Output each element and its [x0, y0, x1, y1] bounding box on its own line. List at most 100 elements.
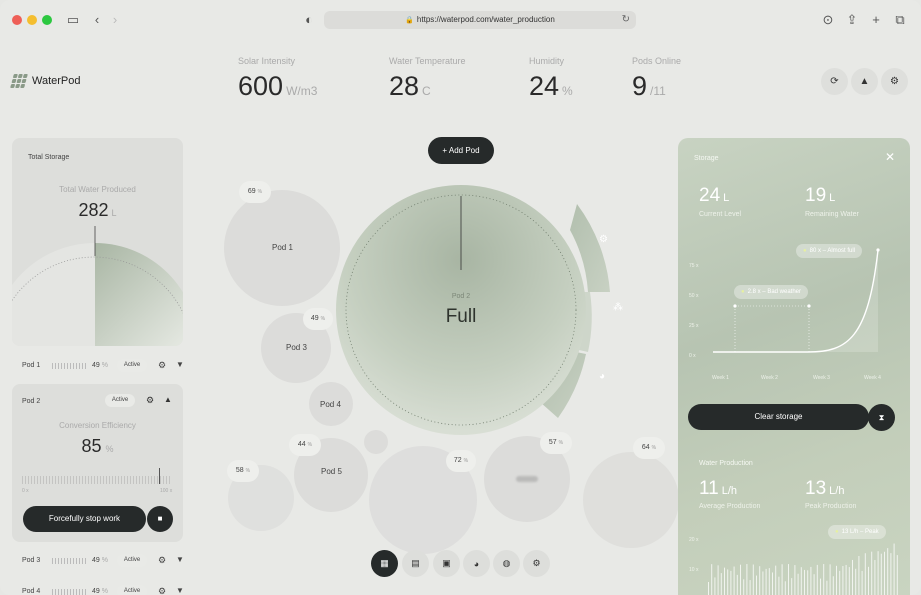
gauge-empty-arc — [12, 243, 95, 346]
production-bar — [864, 553, 866, 595]
production-bar — [829, 564, 831, 595]
gear-icon[interactable]: ⚙ — [599, 234, 608, 245]
current-level-label: Current Level — [699, 211, 742, 218]
settings-button[interactable]: ⚙ — [881, 68, 908, 95]
production-bar — [816, 564, 818, 595]
y-tick: 25 x — [689, 323, 699, 329]
pod2-status-label: Full — [445, 306, 477, 327]
alert-button[interactable]: ▲ — [851, 68, 878, 95]
storage-chart-area — [713, 250, 878, 352]
gear-icon[interactable]: ⚙ — [158, 555, 166, 566]
production-bar — [884, 551, 885, 595]
stop-button[interactable]: ■ — [147, 506, 173, 532]
nav-documents[interactable]: ▣ — [433, 550, 460, 577]
production-bar — [823, 564, 825, 595]
close-window-button[interactable] — [12, 15, 22, 25]
production-bar — [736, 574, 738, 595]
refresh-button[interactable]: ⟳ — [821, 68, 848, 95]
reload-icon[interactable]: ↻ — [622, 11, 630, 29]
x-tick: Week 1 — [712, 375, 729, 381]
app-logo[interactable]: WaterPod — [10, 74, 81, 88]
nav-globe[interactable]: ◍ — [493, 550, 520, 577]
production-bar — [733, 566, 735, 595]
pod-percent: 49 — [92, 588, 100, 595]
pod-bubble-9[interactable] — [583, 452, 679, 548]
pod-name: Pod 1 — [22, 362, 41, 369]
total-water-label: Total Water Produced — [59, 185, 136, 194]
nav-dashboard[interactable]: ▦ — [371, 550, 398, 577]
production-bar — [784, 581, 786, 595]
minimize-window-button[interactable] — [27, 15, 37, 25]
storage-point — [876, 248, 880, 252]
efficiency-marker — [159, 468, 160, 484]
forward-icon[interactable]: › — [106, 11, 124, 29]
production-bar — [746, 564, 748, 595]
chevron-down-icon[interactable]: ▼ — [176, 555, 184, 564]
x-tick: Week 3 — [813, 375, 830, 381]
chevron-up-icon[interactable]: ▲ — [164, 395, 172, 404]
stop-icon: ■ — [157, 514, 163, 523]
close-icon[interactable]: ✕ — [885, 150, 895, 164]
stat-solar-intensity: Solar Intensity 600 W/m3 — [238, 56, 317, 102]
add-pod-button[interactable]: + Add Pod — [428, 137, 494, 164]
production-bar — [759, 566, 761, 595]
timer-button[interactable]: ⧗ — [868, 404, 895, 431]
address-bar[interactable]: 🔒 https://waterpod.com/water_production ↻ — [324, 11, 636, 29]
production-bar — [861, 570, 863, 595]
nav-calendar[interactable]: ▤ — [402, 550, 429, 577]
peak-production-unit: L/h — [829, 485, 845, 497]
pod-bubble-chip: 44 % — [289, 434, 321, 456]
production-bar — [877, 551, 879, 595]
privacy-shield-icon[interactable]: ◐ — [300, 11, 318, 29]
stat-unit: % — [562, 84, 573, 98]
pod-row[interactable]: Pod 3 49 % Active ⚙ ▼ — [12, 549, 184, 573]
pod-row[interactable]: Pod 4 49 % Active ⚙ ▼ — [12, 580, 184, 595]
stat-unit: /11 — [650, 84, 666, 98]
gear-icon[interactable]: ⚙ — [158, 586, 166, 595]
production-bar — [845, 564, 847, 595]
clear-storage-button[interactable]: Clear storage — [688, 404, 869, 430]
conversion-efficiency-unit: % — [105, 444, 114, 454]
pie-chart-icon[interactable]: ◕ — [599, 371, 605, 382]
production-bar — [842, 565, 844, 595]
remaining-water-unit: L — [829, 192, 836, 204]
back-icon[interactable]: ‹ — [88, 11, 106, 29]
app-name: WaterPod — [32, 75, 81, 87]
download-icon[interactable]: ⊙ — [819, 11, 837, 29]
chevron-down-icon[interactable]: ▼ — [176, 586, 184, 595]
y-tick: 50 x — [689, 293, 699, 299]
sidebar-toggle-icon[interactable]: ▭ — [64, 11, 82, 29]
share-icon[interactable]: ⇪ — [843, 11, 861, 29]
y-tick: 10 x — [689, 567, 699, 573]
tab-overview-icon[interactable]: ⧉ — [891, 11, 909, 29]
avg-production-label: Average Production — [699, 503, 761, 510]
new-tab-icon[interactable]: + — [867, 11, 885, 29]
current-level-unit: L — [723, 192, 730, 204]
gear-icon[interactable]: ⚙ — [158, 360, 166, 371]
pod-status-badge: Active — [105, 394, 135, 407]
gear-icon[interactable]: ⚙ — [146, 395, 154, 406]
chevron-down-icon[interactable]: ▼ — [176, 360, 184, 369]
production-bar — [820, 578, 821, 595]
production-bar — [730, 570, 732, 595]
force-stop-button[interactable]: Forcefully stop work — [23, 506, 146, 532]
production-bar — [772, 572, 773, 595]
storage-chart — [713, 248, 880, 353]
nodes-icon[interactable]: ⁂ — [613, 302, 623, 313]
x-tick: Week 4 — [864, 375, 881, 381]
nav-analytics[interactable]: ◕ — [463, 550, 490, 577]
production-bar — [791, 578, 793, 595]
maximize-window-button[interactable] — [42, 15, 52, 25]
pod-level-ticks — [52, 558, 86, 564]
pod-row[interactable]: Pod 1 49 % Active ⚙ ▼ — [12, 354, 184, 378]
storage-gauge — [12, 226, 183, 346]
stat-label: Pods Online — [632, 56, 682, 66]
pod-status-badge: Active — [117, 554, 147, 567]
y-tick: 20 x — [689, 537, 699, 543]
remaining-water-value: 19 — [805, 185, 827, 206]
plus-icon: + — [442, 146, 448, 155]
nav-settings[interactable]: ⚙ — [523, 550, 550, 577]
storage-point — [807, 304, 811, 308]
production-bar — [810, 566, 812, 595]
production-bar — [848, 567, 850, 595]
